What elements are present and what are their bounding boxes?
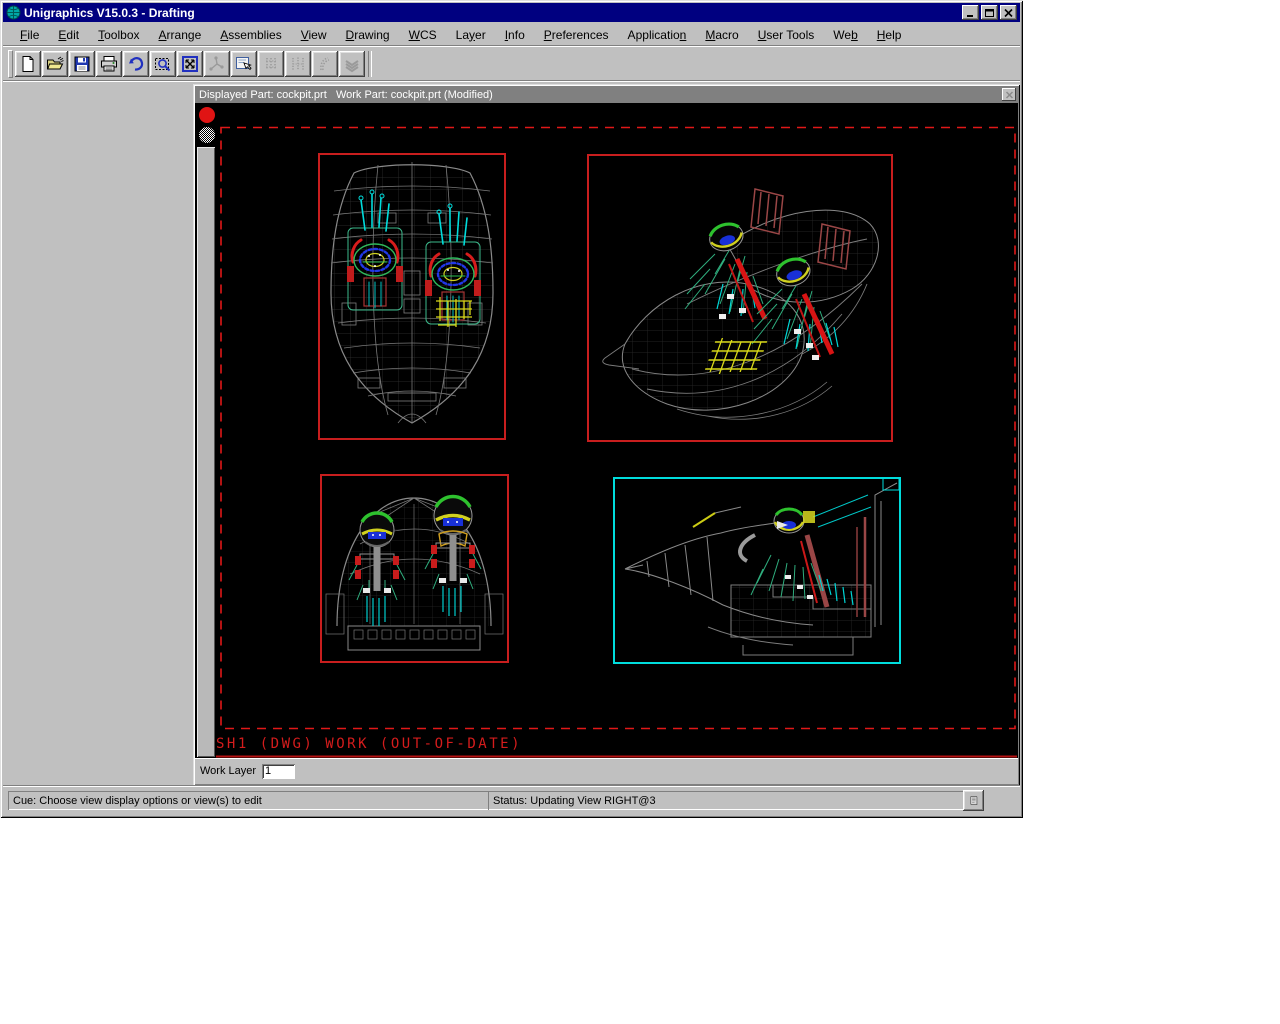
update-display-button-1-disabled[interactable]	[258, 51, 284, 77]
cue-panel: Cue: Choose view display options or view…	[8, 791, 489, 810]
menu-macro[interactable]: Macro	[698, 26, 745, 44]
menu-view[interactable]: View	[294, 26, 334, 44]
unigraphics-logo-icon	[6, 5, 21, 20]
menu-drawing[interactable]: Drawing	[339, 26, 397, 44]
canvas-left-rail[interactable]	[197, 147, 215, 757]
desktop: Unigraphics V15.0.3 - Drafting File Edit…	[0, 0, 1280, 1024]
top-view-wireframe	[331, 162, 493, 423]
menu-info[interactable]: Info	[498, 26, 532, 44]
side-wireframe	[625, 483, 897, 655]
status-panel: Status: Updating View RIGHT@3	[488, 791, 964, 810]
update-display-button-3-disabled[interactable]	[312, 51, 338, 77]
shade-view-button-disabled[interactable]	[339, 51, 365, 77]
menu-bar: File Edit Toolbox Arrange Assemblies Vie…	[3, 24, 1020, 46]
view-top[interactable]	[318, 153, 506, 440]
menu-edit[interactable]: Edit	[51, 26, 86, 44]
menu-layer[interactable]: Layer	[449, 26, 493, 44]
menu-toolbox[interactable]: Toolbox	[91, 26, 146, 44]
dotted-views-icon	[262, 55, 280, 73]
save-floppy-icon	[73, 55, 91, 73]
menu-assemblies[interactable]: Assemblies	[213, 26, 288, 44]
work-layer-bar: Work Layer	[195, 758, 1018, 784]
title-bar[interactable]: Unigraphics V15.0.3 - Drafting	[3, 3, 1020, 22]
status-text: Status: Updating View RIGHT@3	[493, 795, 656, 807]
printer-icon	[100, 55, 118, 73]
open-part-button[interactable]	[42, 51, 68, 77]
print-button[interactable]	[96, 51, 122, 77]
menu-arrange[interactable]: Arrange	[152, 26, 209, 44]
dotted-views-icon	[289, 55, 307, 73]
view-border-tab	[883, 478, 899, 490]
info-window-button[interactable]	[963, 790, 984, 811]
orient-view-button-disabled[interactable]	[204, 51, 230, 77]
hand-select-icon	[235, 55, 253, 73]
cue-text: Cue: Choose view display options or view…	[13, 795, 262, 807]
update-display-button-2-disabled[interactable]	[285, 51, 311, 77]
minimize-button[interactable]	[962, 5, 979, 20]
sheet-status-annotation: SH1 (DWG) WORK (OUT-OF-DATE)	[216, 736, 522, 752]
view-right-updating[interactable]	[613, 477, 901, 664]
menu-help[interactable]: Help	[870, 26, 909, 44]
menu-user-tools[interactable]: User Tools	[751, 26, 822, 44]
scroll-list-icon	[969, 793, 978, 808]
unigraphics-app-window: Unigraphics V15.0.3 - Drafting File Edit…	[0, 0, 1023, 818]
orient-csys-icon	[208, 55, 226, 73]
graphics-window: Displayed Part: cockpit.prt Work Part: c…	[193, 84, 1020, 786]
close-icon	[1005, 91, 1014, 99]
window-title: Unigraphics V15.0.3 - Drafting	[24, 6, 195, 20]
fit-view-icon	[181, 55, 199, 73]
view-display-button[interactable]	[231, 51, 257, 77]
close-button[interactable]	[1000, 5, 1017, 20]
drafting-canvas[interactable]: SH1 (DWG) WORK (OUT-OF-DATE)	[195, 103, 1018, 758]
status-bar: Cue: Choose view display options or view…	[3, 785, 1020, 815]
shade-chevrons-icon	[343, 55, 361, 73]
new-file-icon	[19, 55, 37, 73]
open-folder-icon	[46, 55, 64, 73]
graphics-window-title: Displayed Part: cockpit.prt Work Part: c…	[195, 89, 493, 101]
undo-arrow-icon	[127, 55, 145, 73]
standard-toolbar	[3, 47, 1020, 81]
graphics-close-button[interactable]	[1002, 88, 1016, 101]
undo-button[interactable]	[123, 51, 149, 77]
zoom-magnifier-icon	[154, 55, 172, 73]
menu-file[interactable]: File	[13, 26, 46, 44]
menu-preferences[interactable]: Preferences	[537, 26, 616, 44]
minimize-icon	[965, 8, 976, 18]
maximize-icon	[984, 8, 995, 18]
menu-web[interactable]: Web	[826, 26, 864, 44]
view-isometric[interactable]	[587, 154, 893, 442]
toolbar-end-separator	[368, 51, 372, 77]
close-icon	[1003, 8, 1014, 18]
graphics-window-titlebar[interactable]: Displayed Part: cockpit.prt Work Part: c…	[195, 86, 1018, 103]
toolbar-grip[interactable]	[8, 50, 13, 78]
zoom-view-button[interactable]	[150, 51, 176, 77]
new-part-button[interactable]	[15, 51, 41, 77]
view-front[interactable]	[320, 474, 509, 663]
stop-sign-icon[interactable]	[197, 104, 217, 146]
maximize-button[interactable]	[981, 5, 998, 20]
dotted-curve-icon	[316, 55, 334, 73]
fit-view-button[interactable]	[177, 51, 203, 77]
work-layer-label: Work Layer	[200, 765, 256, 777]
interrupt-panel	[197, 104, 217, 146]
save-part-button[interactable]	[69, 51, 95, 77]
work-layer-input[interactable]	[262, 764, 295, 779]
menu-wcs[interactable]: WCS	[402, 26, 444, 44]
menu-application[interactable]: Application	[621, 26, 694, 44]
